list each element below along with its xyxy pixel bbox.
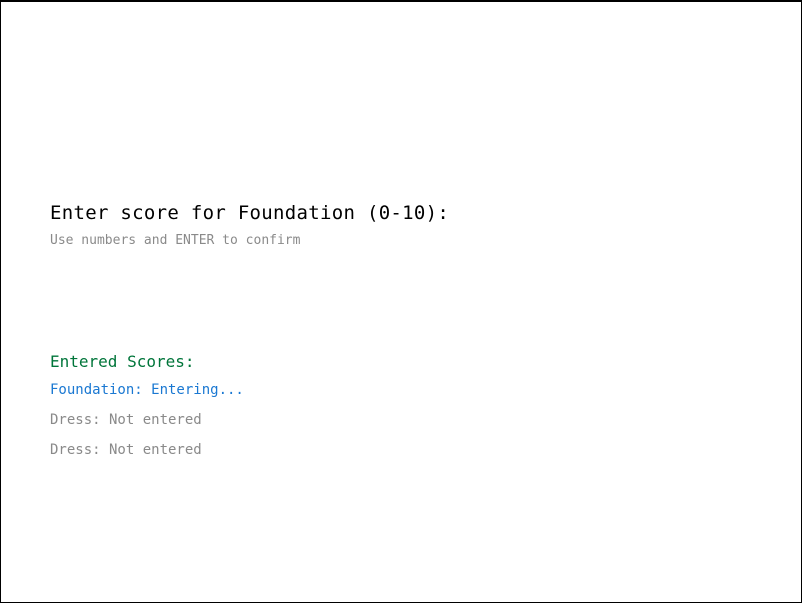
score-prompt-hint: Use numbers and ENTER to confirm	[50, 233, 301, 248]
entered-scores-heading: Entered Scores:	[50, 352, 195, 371]
score-row-foundation: Foundation: Entering...	[50, 382, 244, 398]
score-row-dress-1: Dress: Not entered	[50, 412, 202, 428]
score-prompt-title: Enter score for Foundation (0-10):	[50, 202, 450, 224]
score-row-dress-2: Dress: Not entered	[50, 442, 202, 458]
game-window: Enter score for Foundation (0-10): Use n…	[1, 2, 801, 602]
